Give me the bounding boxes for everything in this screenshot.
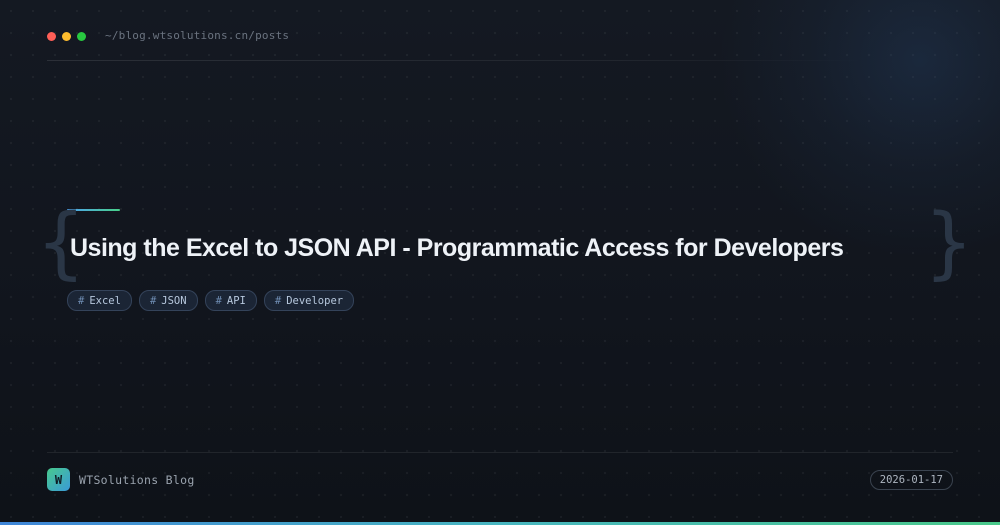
window-controls xyxy=(47,32,86,41)
minimize-dot-icon[interactable] xyxy=(62,32,71,41)
brand-name: WTSolutions Blog xyxy=(79,472,195,487)
brand-logo-icon: W xyxy=(47,468,70,491)
tag-label: Excel xyxy=(89,294,121,307)
tag-label: API xyxy=(226,294,246,307)
url-path: ~/blog.wtsolutions.cn/posts xyxy=(105,29,290,42)
header-divider xyxy=(47,60,867,61)
tag-excel[interactable]: # Excel xyxy=(67,290,132,311)
brand[interactable]: W WTSolutions Blog xyxy=(47,468,195,491)
tag-list: # Excel # JSON # API # Developer xyxy=(67,290,355,311)
tag-json[interactable]: # JSON xyxy=(138,290,198,311)
tag-api[interactable]: # API xyxy=(204,290,257,311)
post-title: Using the Excel to JSON API - Programmat… xyxy=(70,234,844,262)
hash-icon: # xyxy=(215,294,222,307)
tag-developer[interactable]: # Developer xyxy=(263,290,355,311)
right-brace-icon: } xyxy=(924,198,974,288)
post-date-badge: 2026-01-17 xyxy=(869,470,953,490)
tag-label: JSON xyxy=(161,294,187,307)
hash-icon: # xyxy=(78,294,85,307)
maximize-dot-icon[interactable] xyxy=(77,32,86,41)
hash-icon: # xyxy=(274,294,282,307)
tag-label: Developer xyxy=(286,294,344,307)
close-dot-icon[interactable] xyxy=(47,32,56,41)
hash-icon: # xyxy=(149,294,157,307)
footer-divider xyxy=(47,452,953,453)
